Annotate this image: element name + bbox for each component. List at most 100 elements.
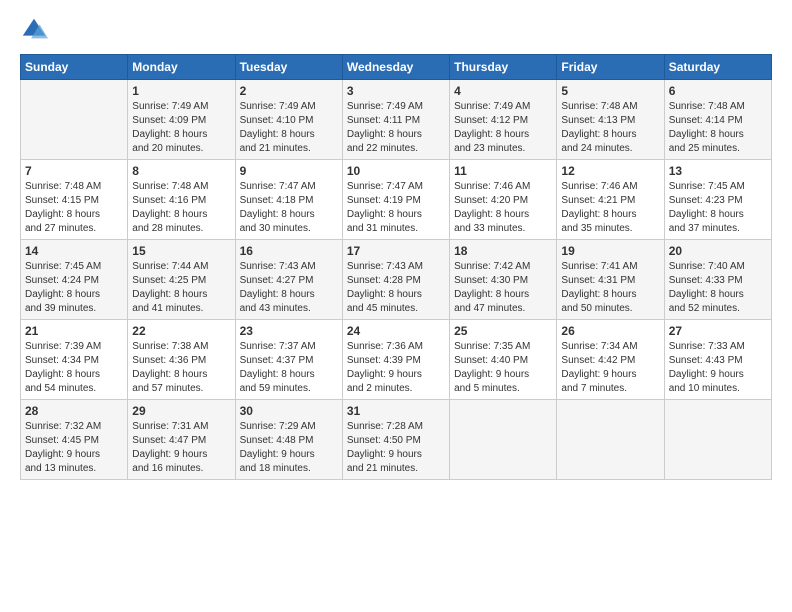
calendar-cell — [664, 400, 771, 480]
day-number: 24 — [347, 324, 445, 338]
header-day-wednesday: Wednesday — [342, 55, 449, 80]
week-row-1: 1Sunrise: 7:49 AM Sunset: 4:09 PM Daylig… — [21, 80, 772, 160]
day-number: 12 — [561, 164, 659, 178]
calendar-cell: 11 Sunrise: 7:46 AM Sunset: 4:20 PM Dayli… — [450, 160, 557, 240]
day-info: Sunrise: 7:28 AM Sunset: 4:50 PM Dayligh… — [347, 421, 423, 474]
day-info: Sunrise: 7:41 AM Sunset: 4:31 PM Dayligh… — [561, 261, 637, 314]
day-number: 29 — [132, 404, 230, 418]
calendar-cell: 16 Sunrise: 7:43 AM Sunset: 4:27 PM Dayli… — [235, 240, 342, 320]
day-info: Sunrise: 7:45 AM Sunset: 4:24 PM Dayligh… — [25, 261, 101, 314]
calendar-cell: 13 Sunrise: 7:45 AM Sunset: 4:23 PM Dayli… — [664, 160, 771, 240]
calendar-cell: 17 Sunrise: 7:43 AM Sunset: 4:28 PM Dayli… — [342, 240, 449, 320]
day-number: 4 — [454, 84, 552, 98]
calendar-cell: 23 Sunrise: 7:37 AM Sunset: 4:37 PM Dayli… — [235, 320, 342, 400]
day-number: 7 — [25, 164, 123, 178]
day-number: 21 — [25, 324, 123, 338]
day-info: Sunrise: 7:49 AM Sunset: 4:10 PM Dayligh… — [240, 101, 316, 154]
header-day-thursday: Thursday — [450, 55, 557, 80]
calendar-cell: 4 Sunrise: 7:49 AM Sunset: 4:12 PM Daylig… — [450, 80, 557, 160]
day-number: 15 — [132, 244, 230, 258]
day-number: 27 — [669, 324, 767, 338]
day-number: 3 — [347, 84, 445, 98]
calendar-cell: 15 Sunrise: 7:44 AM Sunset: 4:25 PM Dayli… — [128, 240, 235, 320]
day-info: Sunrise: 7:43 AM Sunset: 4:27 PM Dayligh… — [240, 261, 316, 314]
day-number: 11 — [454, 164, 552, 178]
week-row-2: 7 Sunrise: 7:48 AM Sunset: 4:15 PM Daylig… — [21, 160, 772, 240]
calendar-cell: 3 Sunrise: 7:49 AM Sunset: 4:11 PM Daylig… — [342, 80, 449, 160]
day-info: Sunrise: 7:49 AM Sunset: 4:11 PM Dayligh… — [347, 101, 423, 154]
header-day-friday: Friday — [557, 55, 664, 80]
day-info: Sunrise: 7:48 AM Sunset: 4:13 PM Dayligh… — [561, 101, 637, 154]
logo-icon — [20, 16, 48, 44]
calendar-cell: 1Sunrise: 7:49 AM Sunset: 4:09 PM Daylig… — [128, 80, 235, 160]
calendar-cell: 30 Sunrise: 7:29 AM Sunset: 4:48 PM Dayli… — [235, 400, 342, 480]
day-info: Sunrise: 7:48 AM Sunset: 4:15 PM Dayligh… — [25, 181, 101, 234]
calendar-cell: 12Sunrise: 7:46 AM Sunset: 4:21 PM Dayli… — [557, 160, 664, 240]
calendar-cell: 14 Sunrise: 7:45 AM Sunset: 4:24 PM Dayli… — [21, 240, 128, 320]
calendar-cell: 26 Sunrise: 7:34 AM Sunset: 4:42 PM Dayli… — [557, 320, 664, 400]
day-number: 2 — [240, 84, 338, 98]
week-row-4: 21 Sunrise: 7:39 AM Sunset: 4:34 PM Dayli… — [21, 320, 772, 400]
day-number: 9 — [240, 164, 338, 178]
day-info: Sunrise: 7:47 AM Sunset: 4:18 PM Dayligh… — [240, 181, 316, 234]
day-info: Sunrise: 7:49 AM Sunset: 4:09 PM Dayligh… — [132, 101, 208, 154]
calendar-cell: 31Sunrise: 7:28 AM Sunset: 4:50 PM Dayli… — [342, 400, 449, 480]
day-number: 13 — [669, 164, 767, 178]
header-day-monday: Monday — [128, 55, 235, 80]
day-number: 20 — [669, 244, 767, 258]
day-info: Sunrise: 7:34 AM Sunset: 4:42 PM Dayligh… — [561, 341, 637, 394]
day-info: Sunrise: 7:42 AM Sunset: 4:30 PM Dayligh… — [454, 261, 530, 314]
day-info: Sunrise: 7:35 AM Sunset: 4:40 PM Dayligh… — [454, 341, 530, 394]
day-info: Sunrise: 7:32 AM Sunset: 4:45 PM Dayligh… — [25, 421, 101, 474]
day-number: 26 — [561, 324, 659, 338]
logo — [20, 16, 52, 44]
day-info: Sunrise: 7:36 AM Sunset: 4:39 PM Dayligh… — [347, 341, 423, 394]
page: SundayMondayTuesdayWednesdayThursdayFrid… — [0, 0, 792, 612]
day-number: 23 — [240, 324, 338, 338]
calendar-cell: 10Sunrise: 7:47 AM Sunset: 4:19 PM Dayli… — [342, 160, 449, 240]
day-info: Sunrise: 7:37 AM Sunset: 4:37 PM Dayligh… — [240, 341, 316, 394]
day-number: 16 — [240, 244, 338, 258]
calendar-cell: 8Sunrise: 7:48 AM Sunset: 4:16 PM Daylig… — [128, 160, 235, 240]
day-info: Sunrise: 7:29 AM Sunset: 4:48 PM Dayligh… — [240, 421, 316, 474]
day-info: Sunrise: 7:49 AM Sunset: 4:12 PM Dayligh… — [454, 101, 530, 154]
day-number: 22 — [132, 324, 230, 338]
calendar-cell — [557, 400, 664, 480]
day-info: Sunrise: 7:46 AM Sunset: 4:20 PM Dayligh… — [454, 181, 530, 234]
calendar-cell: 22Sunrise: 7:38 AM Sunset: 4:36 PM Dayli… — [128, 320, 235, 400]
calendar-cell: 28Sunrise: 7:32 AM Sunset: 4:45 PM Dayli… — [21, 400, 128, 480]
day-info: Sunrise: 7:43 AM Sunset: 4:28 PM Dayligh… — [347, 261, 423, 314]
header-row: SundayMondayTuesdayWednesdayThursdayFrid… — [21, 55, 772, 80]
calendar-body: 1Sunrise: 7:49 AM Sunset: 4:09 PM Daylig… — [21, 80, 772, 480]
calendar-cell: 5 Sunrise: 7:48 AM Sunset: 4:13 PM Daylig… — [557, 80, 664, 160]
day-info: Sunrise: 7:45 AM Sunset: 4:23 PM Dayligh… — [669, 181, 745, 234]
day-number: 30 — [240, 404, 338, 418]
day-info: Sunrise: 7:39 AM Sunset: 4:34 PM Dayligh… — [25, 341, 101, 394]
day-number: 17 — [347, 244, 445, 258]
day-info: Sunrise: 7:40 AM Sunset: 4:33 PM Dayligh… — [669, 261, 745, 314]
header-day-saturday: Saturday — [664, 55, 771, 80]
week-row-3: 14 Sunrise: 7:45 AM Sunset: 4:24 PM Dayli… — [21, 240, 772, 320]
calendar-cell — [21, 80, 128, 160]
day-number: 8 — [132, 164, 230, 178]
calendar-cell: 9 Sunrise: 7:47 AM Sunset: 4:18 PM Daylig… — [235, 160, 342, 240]
day-info: Sunrise: 7:44 AM Sunset: 4:25 PM Dayligh… — [132, 261, 208, 314]
day-number: 5 — [561, 84, 659, 98]
day-number: 14 — [25, 244, 123, 258]
calendar-cell: 6 Sunrise: 7:48 AM Sunset: 4:14 PM Daylig… — [664, 80, 771, 160]
calendar-table: SundayMondayTuesdayWednesdayThursdayFrid… — [20, 54, 772, 480]
calendar-cell: 7 Sunrise: 7:48 AM Sunset: 4:15 PM Daylig… — [21, 160, 128, 240]
calendar-cell: 18 Sunrise: 7:42 AM Sunset: 4:30 PM Dayli… — [450, 240, 557, 320]
day-number: 25 — [454, 324, 552, 338]
day-info: Sunrise: 7:31 AM Sunset: 4:47 PM Dayligh… — [132, 421, 208, 474]
calendar-cell: 27Sunrise: 7:33 AM Sunset: 4:43 PM Dayli… — [664, 320, 771, 400]
calendar-cell: 21 Sunrise: 7:39 AM Sunset: 4:34 PM Dayli… — [21, 320, 128, 400]
day-number: 6 — [669, 84, 767, 98]
header-day-tuesday: Tuesday — [235, 55, 342, 80]
calendar-cell: 19Sunrise: 7:41 AM Sunset: 4:31 PM Dayli… — [557, 240, 664, 320]
day-number: 18 — [454, 244, 552, 258]
calendar-cell: 20 Sunrise: 7:40 AM Sunset: 4:33 PM Dayli… — [664, 240, 771, 320]
calendar-cell: 2 Sunrise: 7:49 AM Sunset: 4:10 PM Daylig… — [235, 80, 342, 160]
day-number: 10 — [347, 164, 445, 178]
day-info: Sunrise: 7:48 AM Sunset: 4:14 PM Dayligh… — [669, 101, 745, 154]
